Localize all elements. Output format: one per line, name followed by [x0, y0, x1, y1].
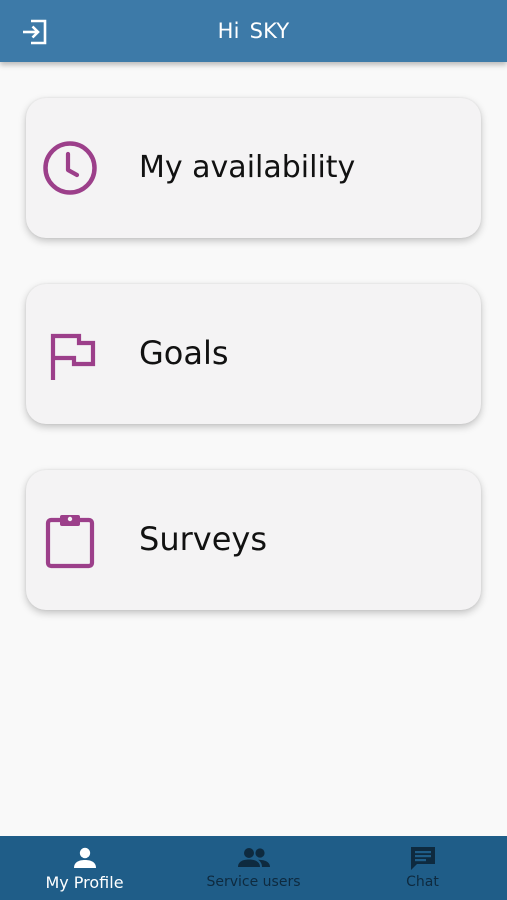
- clock-icon: [42, 140, 98, 196]
- page-title: Hi SKY: [0, 0, 507, 62]
- goals-label: Goals: [139, 334, 229, 373]
- nav-service-users-label: Service users: [206, 874, 301, 890]
- bottom-navigation: My Profile Service users Chat: [0, 836, 507, 900]
- surveys-label: Surveys: [139, 520, 267, 559]
- user-name: SKY: [249, 19, 290, 43]
- surveys-card[interactable]: Surveys: [26, 470, 481, 610]
- greeting-text: Hi: [217, 19, 240, 43]
- my-availability-label: My availability: [139, 149, 356, 185]
- nav-chat-label: Chat: [406, 874, 439, 890]
- my-availability-card[interactable]: My availability: [26, 98, 481, 238]
- nav-chat[interactable]: Chat: [338, 836, 507, 900]
- goals-card[interactable]: Goals: [26, 284, 481, 424]
- nav-my-profile-label: My Profile: [45, 873, 124, 892]
- nav-my-profile[interactable]: My Profile: [0, 836, 169, 900]
- chat-icon: [409, 845, 437, 871]
- app-header: Hi SKY: [0, 0, 507, 62]
- person-icon: [73, 845, 97, 871]
- clipboard-icon: [42, 512, 98, 569]
- flag-icon: [42, 326, 98, 382]
- nav-service-users[interactable]: Service users: [169, 836, 338, 900]
- people-icon: [237, 845, 270, 871]
